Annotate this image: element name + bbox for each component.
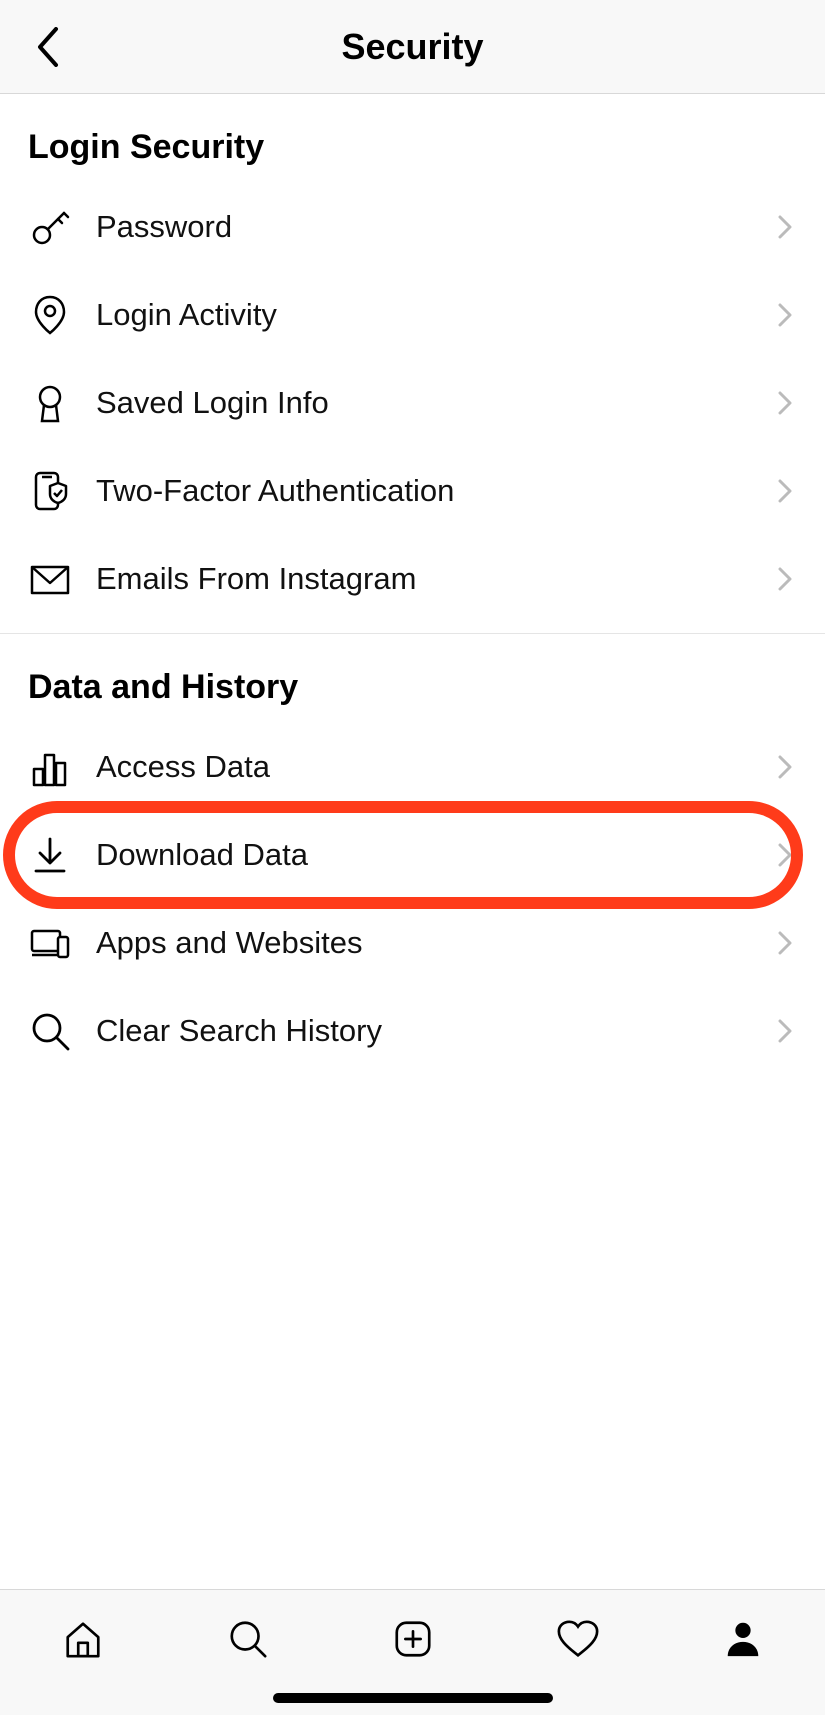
row-label: Access Data — [96, 749, 773, 785]
page-title: Security — [341, 26, 483, 68]
chevron-right-icon — [773, 755, 797, 779]
row-label: Clear Search History — [96, 1013, 773, 1049]
home-indicator — [273, 1693, 553, 1703]
row-clear-search-history[interactable]: Clear Search History — [0, 987, 825, 1075]
row-apps-websites[interactable]: Apps and Websites — [0, 899, 825, 987]
chevron-right-icon — [773, 843, 797, 867]
row-saved-login-info[interactable]: Saved Login Info — [0, 359, 825, 447]
devices-icon — [28, 921, 72, 965]
chevron-left-icon — [36, 27, 60, 67]
keyhole-icon — [28, 381, 72, 425]
bar-chart-icon — [28, 745, 72, 789]
row-label: Emails From Instagram — [96, 561, 773, 597]
row-download-data[interactable]: Download Data — [0, 811, 825, 899]
location-pin-icon — [28, 293, 72, 337]
download-icon — [28, 833, 72, 877]
phone-shield-icon — [28, 469, 72, 513]
chevron-right-icon — [773, 391, 797, 415]
key-icon — [28, 205, 72, 249]
header-bar: Security — [0, 0, 825, 94]
plus-square-icon — [392, 1618, 434, 1660]
tab-activity[interactable] — [555, 1616, 601, 1662]
tab-bar — [0, 1589, 825, 1715]
row-emails-instagram[interactable]: Emails From Instagram — [0, 535, 825, 623]
row-access-data[interactable]: Access Data — [0, 723, 825, 811]
envelope-icon — [28, 557, 72, 601]
back-button[interactable] — [28, 27, 68, 67]
profile-icon — [722, 1618, 764, 1660]
row-label: Login Activity — [96, 297, 773, 333]
section-header-login-security: Login Security — [0, 94, 825, 183]
chevron-right-icon — [773, 567, 797, 591]
row-password[interactable]: Password — [0, 183, 825, 271]
search-icon — [28, 1009, 72, 1053]
chevron-right-icon — [773, 303, 797, 327]
row-label: Download Data — [96, 837, 773, 873]
section-header-data-history: Data and History — [0, 634, 825, 723]
chevron-right-icon — [773, 479, 797, 503]
chevron-right-icon — [773, 215, 797, 239]
chevron-right-icon — [773, 1019, 797, 1043]
search-icon — [227, 1618, 269, 1660]
row-label: Password — [96, 209, 773, 245]
home-icon — [62, 1618, 104, 1660]
chevron-right-icon — [773, 931, 797, 955]
tab-home[interactable] — [60, 1616, 106, 1662]
row-label: Apps and Websites — [96, 925, 773, 961]
tab-create[interactable] — [390, 1616, 436, 1662]
row-label: Two-Factor Authentication — [96, 473, 773, 509]
row-login-activity[interactable]: Login Activity — [0, 271, 825, 359]
heart-icon — [556, 1618, 600, 1660]
row-label: Saved Login Info — [96, 385, 773, 421]
tab-profile[interactable] — [720, 1616, 766, 1662]
tab-search[interactable] — [225, 1616, 271, 1662]
content-area: Login Security Password Login Activity S… — [0, 94, 825, 1075]
row-two-factor[interactable]: Two-Factor Authentication — [0, 447, 825, 535]
